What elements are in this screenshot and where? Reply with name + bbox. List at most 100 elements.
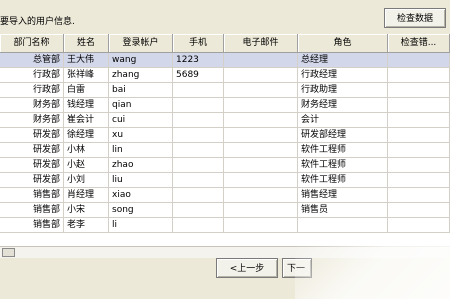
cell-role[interactable]: 软件工程师 [298, 173, 388, 188]
cell-name[interactable]: 白雷 [64, 83, 109, 98]
cell-phone[interactable] [173, 83, 224, 98]
cell-role[interactable]: 总经理 [298, 53, 388, 68]
cell-role[interactable]: 会计 [298, 113, 388, 128]
cell-role[interactable]: 软件工程师 [298, 158, 388, 173]
cell-email[interactable] [224, 128, 298, 143]
cell-account[interactable]: wang [109, 53, 173, 68]
table-row[interactable]: 财务部 钱经理 qian 财务经理 [0, 98, 450, 113]
user-grid[interactable]: 部门名称 姓名 登录帐户 手机 电子邮件 角色 检查错... 总管部 王大伟 wan… [0, 34, 450, 247]
cell-check[interactable] [388, 68, 450, 83]
cell-role[interactable]: 销售员 [298, 203, 388, 218]
cell-name[interactable]: 崔会计 [64, 113, 109, 128]
cell-role[interactable] [298, 218, 388, 233]
table-row[interactable]: 研发部 小赵 zhao 软件工程师 [0, 158, 450, 173]
table-row[interactable]: 行政部 白雷 bai 行政助理 [0, 83, 450, 98]
column-header-account[interactable]: 登录帐户 [109, 34, 173, 52]
table-row[interactable]: 研发部 小刘 liu 软件工程师 [0, 173, 450, 188]
cell-account[interactable]: qian [109, 98, 173, 113]
cell-dept[interactable]: 行政部 [0, 68, 64, 83]
cell-email[interactable] [224, 203, 298, 218]
cell-check[interactable] [388, 83, 450, 98]
cell-phone[interactable]: 1223 [173, 53, 224, 68]
cell-check[interactable] [388, 218, 450, 233]
cell-name[interactable]: 张祥峰 [64, 68, 109, 83]
cell-account[interactable]: liu [109, 173, 173, 188]
cell-name[interactable]: 小林 [64, 143, 109, 158]
cell-dept[interactable]: 总管部 [0, 53, 64, 68]
cell-name[interactable]: 钱经理 [64, 98, 109, 113]
cell-email[interactable] [224, 188, 298, 203]
cell-email[interactable] [224, 218, 298, 233]
cell-name[interactable]: 肖经理 [64, 188, 109, 203]
table-row[interactable]: 销售部 肖经理 xiao 销售经理 [0, 188, 450, 203]
cell-check[interactable] [388, 173, 450, 188]
cell-account[interactable]: xiao [109, 188, 173, 203]
cell-role[interactable]: 行政助理 [298, 83, 388, 98]
cell-account[interactable]: lin [109, 143, 173, 158]
cell-phone[interactable] [173, 158, 224, 173]
cell-account[interactable]: song [109, 203, 173, 218]
cell-check[interactable] [388, 203, 450, 218]
column-header-email[interactable]: 电子邮件 [224, 34, 298, 52]
cell-name[interactable]: 老李 [64, 218, 109, 233]
cell-name[interactable]: 小刘 [64, 173, 109, 188]
cell-dept[interactable]: 研发部 [0, 128, 64, 143]
cell-dept[interactable]: 行政部 [0, 83, 64, 98]
cell-email[interactable] [224, 83, 298, 98]
cell-phone[interactable] [173, 203, 224, 218]
table-row[interactable]: 销售部 小宋 song 销售员 [0, 203, 450, 218]
cell-phone[interactable] [173, 98, 224, 113]
table-row[interactable]: 行政部 张祥峰 zhang 5689 行政经理 [0, 68, 450, 83]
cell-check[interactable] [388, 188, 450, 203]
cell-role[interactable]: 行政经理 [298, 68, 388, 83]
check-data-button[interactable]: 检查数据 [384, 8, 446, 28]
cell-dept[interactable]: 研发部 [0, 143, 64, 158]
column-header-role[interactable]: 角色 [298, 34, 388, 52]
cell-check[interactable] [388, 53, 450, 68]
cell-email[interactable] [224, 158, 298, 173]
cell-check[interactable] [388, 158, 450, 173]
cell-account[interactable]: bai [109, 83, 173, 98]
cell-check[interactable] [388, 98, 450, 113]
cell-name[interactable]: 王大伟 [64, 53, 109, 68]
cell-account[interactable]: cui [109, 113, 173, 128]
cell-account[interactable]: zhao [109, 158, 173, 173]
cell-role[interactable]: 研发部经理 [298, 128, 388, 143]
column-header-check[interactable]: 检查错... [388, 34, 450, 52]
cell-dept[interactable]: 财务部 [0, 98, 64, 113]
table-row[interactable]: 总管部 王大伟 wang 1223 总经理 [0, 53, 450, 68]
cell-role[interactable]: 财务经理 [298, 98, 388, 113]
cell-check[interactable] [388, 113, 450, 128]
cell-email[interactable] [224, 68, 298, 83]
cell-account[interactable]: xu [109, 128, 173, 143]
cell-check[interactable] [388, 143, 450, 158]
cell-email[interactable] [224, 53, 298, 68]
cell-dept[interactable]: 研发部 [0, 173, 64, 188]
cell-phone[interactable]: 5689 [173, 68, 224, 83]
cell-dept[interactable]: 销售部 [0, 188, 64, 203]
cell-phone[interactable] [173, 188, 224, 203]
cell-phone[interactable] [173, 143, 224, 158]
table-row[interactable]: 研发部 徐经理 xu 研发部经理 [0, 128, 450, 143]
cell-phone[interactable] [173, 128, 224, 143]
previous-step-button[interactable]: <上一步 [216, 258, 278, 278]
cell-role[interactable]: 销售经理 [298, 188, 388, 203]
cell-email[interactable] [224, 98, 298, 113]
cell-dept[interactable]: 销售部 [0, 218, 64, 233]
scrollbar-thumb[interactable] [2, 248, 15, 257]
column-header-name[interactable]: 姓名 [64, 34, 109, 52]
column-header-phone[interactable]: 手机 [173, 34, 224, 52]
cell-role[interactable]: 软件工程师 [298, 143, 388, 158]
cell-name[interactable]: 小宋 [64, 203, 109, 218]
cell-dept[interactable]: 销售部 [0, 203, 64, 218]
cell-email[interactable] [224, 143, 298, 158]
cell-email[interactable] [224, 113, 298, 128]
cell-dept[interactable]: 财务部 [0, 113, 64, 128]
cell-phone[interactable] [173, 113, 224, 128]
column-header-dept[interactable]: 部门名称 [0, 34, 64, 52]
cell-account[interactable]: li [109, 218, 173, 233]
cell-name[interactable]: 徐经理 [64, 128, 109, 143]
cell-account[interactable]: zhang [109, 68, 173, 83]
cell-dept[interactable]: 研发部 [0, 158, 64, 173]
cell-check[interactable] [388, 128, 450, 143]
